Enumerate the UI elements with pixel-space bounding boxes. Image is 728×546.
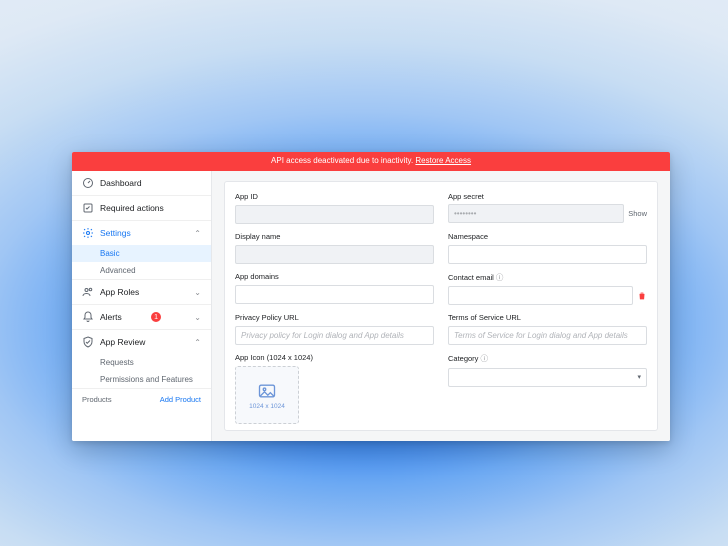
field-display-name: Display name [235, 232, 434, 264]
nav-app-review-permissions[interactable]: Permissions and Features [72, 371, 211, 388]
field-contact-email: Contact emailⓘ [448, 272, 647, 305]
privacy-url-label: Privacy Policy URL [235, 313, 434, 322]
display-name-input[interactable] [235, 245, 434, 264]
tos-url-input[interactable] [448, 326, 647, 345]
namespace-label: Namespace [448, 232, 647, 241]
add-product-link[interactable]: Add Product [160, 395, 201, 404]
app-icon-label: App Icon (1024 x 1024) [235, 353, 434, 362]
nav-dashboard[interactable]: Dashboard [72, 171, 211, 195]
products-row: Products Add Product [72, 389, 211, 410]
alert-banner: API access deactivated due to inactivity… [72, 152, 670, 171]
dashboard-icon [82, 177, 94, 189]
products-label: Products [82, 395, 112, 404]
field-category: Categoryⓘ ▾ [448, 353, 647, 424]
nav-app-review-requests[interactable]: Requests [72, 354, 211, 371]
gear-icon [82, 227, 94, 239]
app-secret-input [448, 204, 624, 223]
field-app-secret: App secret Show [448, 192, 647, 224]
field-tos-url: Terms of Service URL [448, 313, 647, 345]
privacy-url-input[interactable] [235, 326, 434, 345]
field-app-id: App ID [235, 192, 434, 224]
app-icon-dim: 1024 x 1024 [249, 403, 285, 410]
contact-email-label: Contact emailⓘ [448, 272, 647, 283]
namespace-input[interactable] [448, 245, 647, 264]
chevron-down-icon: ⌄ [194, 288, 201, 297]
restore-access-link[interactable]: Restore Access [415, 156, 471, 165]
display-name-label: Display name [235, 232, 434, 241]
nav-label: Settings [100, 228, 131, 238]
alert-message: API access deactivated due to inactivity… [271, 156, 413, 165]
field-namespace: Namespace [448, 232, 647, 264]
checklist-icon [82, 202, 94, 214]
category-select[interactable] [448, 368, 647, 387]
nav-app-roles[interactable]: App Roles ⌄ [72, 280, 211, 304]
field-privacy-url: Privacy Policy URL [235, 313, 434, 345]
nav-label: Required actions [100, 203, 164, 213]
chevron-down-icon: ⌄ [194, 313, 201, 322]
app-icon-upload[interactable]: 1024 x 1024 [235, 366, 299, 424]
trash-icon[interactable] [637, 291, 647, 301]
app-window: API access deactivated due to inactivity… [72, 152, 670, 441]
sidebar: Dashboard Required actions Settings ⌃ [72, 171, 212, 441]
image-placeholder-icon [257, 381, 277, 401]
nav-label: Alerts [100, 312, 122, 322]
show-secret-button[interactable]: Show [628, 209, 647, 218]
app-id-label: App ID [235, 192, 434, 201]
chevron-up-icon: ⌃ [194, 338, 201, 347]
nav-settings-advanced[interactable]: Advanced [72, 262, 211, 279]
contact-email-input[interactable] [448, 286, 633, 305]
tos-url-label: Terms of Service URL [448, 313, 647, 322]
info-icon: ⓘ [480, 354, 488, 363]
nav-label: Dashboard [100, 178, 142, 188]
field-app-domains: App domains [235, 272, 434, 305]
info-icon: ⓘ [496, 273, 504, 282]
shield-check-icon [82, 336, 94, 348]
nav-settings-basic[interactable]: Basic [72, 245, 211, 262]
nav-alerts[interactable]: Alerts 1 ⌄ [72, 305, 211, 329]
settings-card: App ID App secret Show Display name [224, 181, 658, 431]
app-domains-label: App domains [235, 272, 434, 281]
nav-required-actions[interactable]: Required actions [72, 196, 211, 220]
nav-label: App Roles [100, 287, 139, 297]
nav-label: App Review [100, 337, 145, 347]
nav-app-review[interactable]: App Review ⌃ [72, 330, 211, 354]
app-secret-label: App secret [448, 192, 647, 201]
nav-settings[interactable]: Settings ⌃ [72, 221, 211, 245]
main-content: App ID App secret Show Display name [212, 171, 670, 441]
people-icon [82, 286, 94, 298]
field-app-icon: App Icon (1024 x 1024) 1024 x 1024 [235, 353, 434, 424]
alerts-badge: 1 [151, 312, 161, 322]
desktop-background: API access deactivated due to inactivity… [0, 0, 728, 546]
category-label: Categoryⓘ [448, 353, 647, 364]
chevron-up-icon: ⌃ [194, 229, 201, 238]
bell-icon [82, 311, 94, 323]
app-id-input [235, 205, 434, 224]
app-domains-input[interactable] [235, 285, 434, 304]
